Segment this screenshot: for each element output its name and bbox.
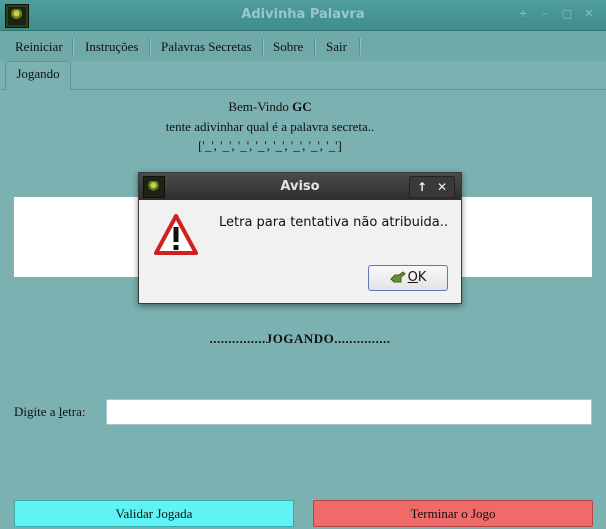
menu-reiniciar[interactable]: Reiniciar xyxy=(15,39,63,55)
maximize-icon[interactable]: □ xyxy=(561,8,573,20)
menu-separator xyxy=(314,38,316,55)
welcome-prefix: Bem-Vindo xyxy=(228,99,293,114)
dialog-title-bar[interactable]: Aviso ↑ ✕ xyxy=(139,173,461,200)
menu-bar: Reiniciar Instruções Palavras Secretas S… xyxy=(0,31,606,61)
window-title: Adivinha Palavra xyxy=(241,7,365,22)
tab-jogando[interactable]: Jogando xyxy=(5,61,71,90)
ok-button[interactable]: OK xyxy=(368,265,448,291)
menu-separator xyxy=(72,38,74,55)
menu-instrucoes[interactable]: Instruções xyxy=(85,39,138,55)
letter-label-after: etra: xyxy=(62,404,86,419)
menu-sobre[interactable]: Sobre xyxy=(273,39,303,55)
menu-palavras-secretas[interactable]: Palavras Secretas xyxy=(161,39,252,55)
letter-label-before: Digite a xyxy=(14,404,59,419)
validar-jogada-button[interactable]: Validar Jogada xyxy=(14,500,294,527)
pin-icon[interactable]: + xyxy=(517,8,529,20)
warning-dialog: Aviso ↑ ✕ Letra para tentativa não atrib… xyxy=(138,172,462,304)
title-bar[interactable]: Adivinha Palavra + – □ ✕ xyxy=(0,0,606,31)
close-icon[interactable]: ✕ xyxy=(583,8,595,20)
warning-icon xyxy=(154,214,198,255)
welcome-line: Bem-Vindo GC xyxy=(0,99,540,115)
dialog-message: Letra para tentativa não atribuida.. xyxy=(219,215,449,230)
game-status: ...............JOGANDO............... xyxy=(209,331,391,346)
menu-sair[interactable]: Sair xyxy=(326,39,347,55)
dialog-pin-icon[interactable]: ↑ xyxy=(413,179,431,195)
minimize-icon[interactable]: – xyxy=(539,8,551,20)
player-name: GC xyxy=(292,99,312,114)
letter-input[interactable] xyxy=(106,399,592,425)
dialog-close-icon[interactable]: ✕ xyxy=(433,179,451,195)
menu-separator xyxy=(149,38,151,55)
letter-label: Digite a letra: xyxy=(14,404,85,420)
ok-label: K xyxy=(417,270,427,285)
hand-icon xyxy=(389,270,406,282)
dialog-controls: ↑ ✕ xyxy=(409,176,455,198)
menu-separator xyxy=(359,38,361,55)
terminar-jogo-button[interactable]: Terminar o Jogo xyxy=(313,500,593,527)
word-pattern: ['_', '_', '_', '_', '_', '_', '_', '_'] xyxy=(198,138,342,153)
tab-strip: Jogando xyxy=(0,61,606,90)
menu-separator xyxy=(262,38,264,55)
instruction-text: tente adivinhar qual é a palavra secreta… xyxy=(165,119,375,134)
ok-mnemonic: O xyxy=(407,270,418,285)
